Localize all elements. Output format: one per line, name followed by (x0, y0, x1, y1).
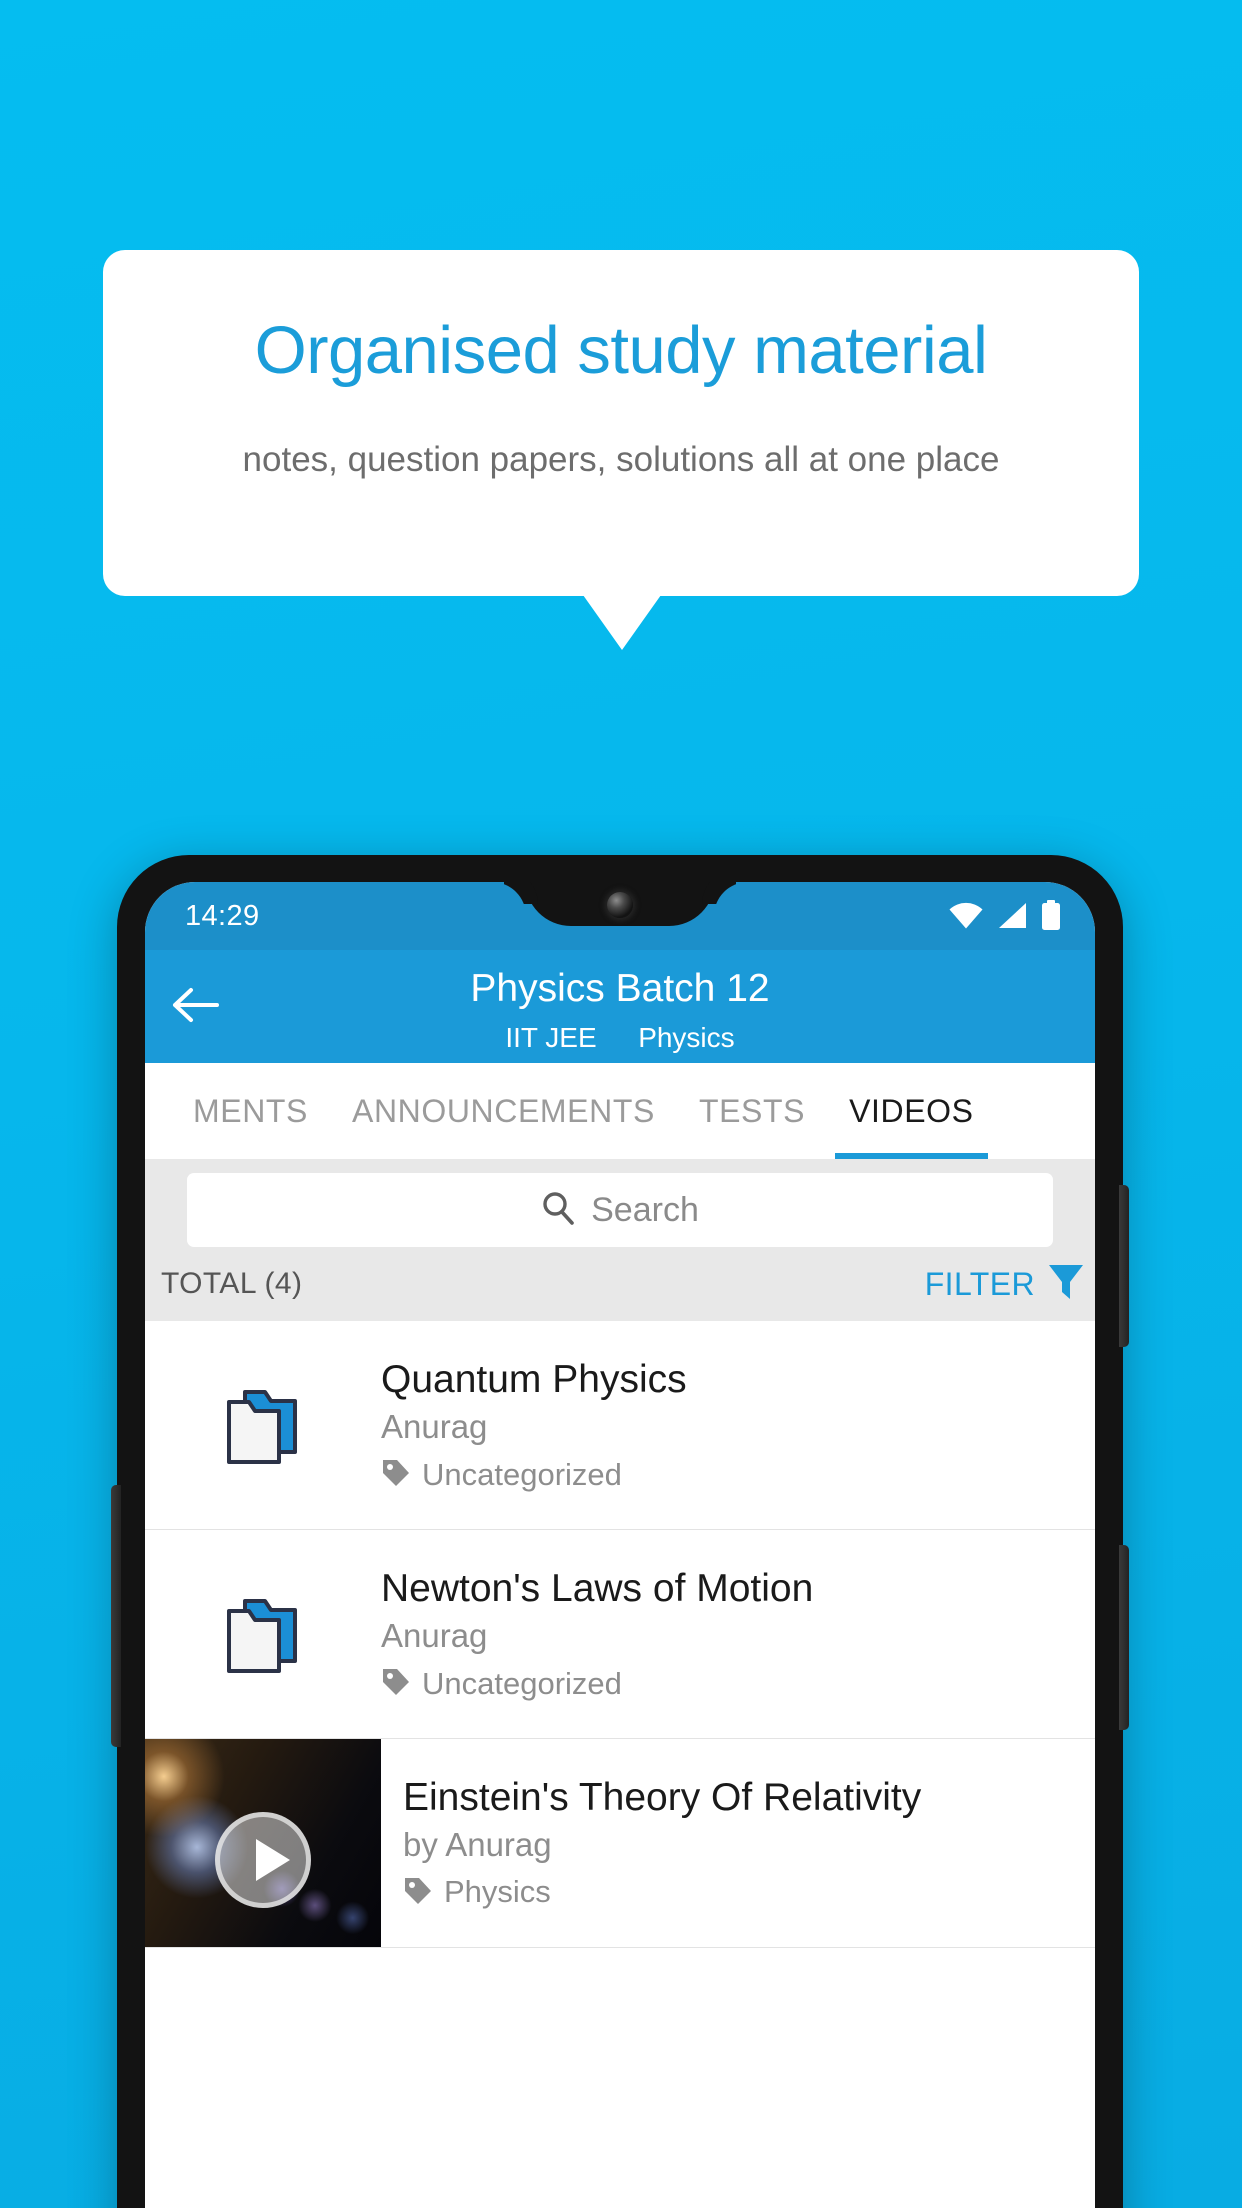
tab-tests[interactable]: TESTS (677, 1063, 827, 1159)
phone-notch (525, 882, 715, 926)
signal-icon (997, 902, 1027, 929)
search-icon (541, 1191, 575, 1230)
folder-icon (145, 1591, 381, 1677)
list-item[interactable]: Quantum Physics Anurag Uncategorized (145, 1321, 1095, 1530)
phone-screen: 14:29 Physics Batch 12 IIT JEE Physics M… (145, 882, 1095, 2208)
battery-icon (1041, 900, 1061, 930)
total-count-label: TOTAL (4) (161, 1267, 303, 1300)
list-item-title: Newton's Laws of Motion (381, 1567, 814, 1611)
app-bar: Physics Batch 12 IIT JEE Physics (145, 950, 1095, 1063)
list-item-text: Quantum Physics Anurag Uncategorized (381, 1357, 1095, 1493)
promo-card: Organised study material notes, question… (103, 250, 1139, 596)
page-subtitle: IIT JEE Physics (145, 1022, 1095, 1054)
folder-icon (145, 1382, 381, 1468)
list-item[interactable]: Newton's Laws of Motion Anurag Uncategor… (145, 1530, 1095, 1739)
list-item-author: Anurag (381, 1408, 488, 1446)
promo-screenshot: Organised study material notes, question… (0, 0, 1242, 2208)
tag-icon (381, 1666, 411, 1701)
list-item-tag-label: Physics (444, 1874, 551, 1909)
status-icon-group (949, 900, 1061, 930)
list-item[interactable]: Einstein's Theory Of Relativity by Anura… (145, 1739, 1095, 1948)
list-meta-row: TOTAL (4) FILTER (145, 1247, 1095, 1321)
content-list: Quantum Physics Anurag Uncategorized New… (145, 1321, 1095, 1948)
promo-headline: Organised study material (254, 313, 988, 388)
wifi-icon (949, 902, 983, 929)
list-item-title: Einstein's Theory Of Relativity (403, 1776, 922, 1819)
phone-power-button[interactable] (1119, 1545, 1129, 1730)
list-item-text: Newton's Laws of Motion Anurag Uncategor… (381, 1566, 1095, 1702)
list-item-tag: Uncategorized (381, 1666, 1075, 1702)
status-clock: 14:29 (185, 900, 260, 932)
tag-icon (381, 1457, 411, 1492)
filter-funnel-icon (1047, 1262, 1085, 1307)
tab-announcements[interactable]: ANNOUNCEMENTS (330, 1063, 677, 1159)
video-thumbnail[interactable] (145, 1739, 381, 1947)
promo-card-tail (583, 595, 661, 650)
list-item-tag: Physics (403, 1874, 1079, 1910)
search-input[interactable]: Search (187, 1173, 1053, 1247)
search-section: Search (145, 1159, 1095, 1247)
filter-button[interactable]: FILTER (925, 1262, 1095, 1307)
tab-assignments[interactable]: MENTS (171, 1063, 330, 1159)
list-item-title: Quantum Physics (381, 1358, 687, 1402)
list-item-author: Anurag (381, 1617, 488, 1655)
list-item-tag: Uncategorized (381, 1457, 1075, 1493)
tab-videos[interactable]: VIDEOS (827, 1063, 996, 1159)
subtitle-course: IIT JEE (505, 1022, 597, 1053)
phone-volume-button[interactable] (1119, 1185, 1129, 1347)
play-icon[interactable] (215, 1811, 311, 1908)
phone-left-button[interactable] (111, 1485, 121, 1747)
subtitle-subject: Physics (638, 1022, 735, 1053)
phone-mockup: 14:29 Physics Batch 12 IIT JEE Physics M… (111, 855, 1129, 2208)
promo-subheadline: notes, question papers, solutions all at… (242, 440, 1000, 479)
list-item-text: Einstein's Theory Of Relativity by Anura… (381, 1739, 1095, 1947)
page-title: Physics Batch 12 (470, 967, 770, 1010)
filter-label: FILTER (924, 1265, 1035, 1302)
front-camera (607, 892, 633, 918)
tab-bar: MENTS ANNOUNCEMENTS TESTS VIDEOS (145, 1063, 1095, 1159)
list-item-tag-label: Uncategorized (422, 1665, 622, 1701)
list-item-tag-label: Uncategorized (422, 1456, 622, 1492)
tag-icon (403, 1875, 433, 1910)
list-item-author: by Anurag (403, 1826, 552, 1863)
status-bar: 14:29 (145, 882, 1095, 950)
search-placeholder: Search (591, 1190, 699, 1229)
